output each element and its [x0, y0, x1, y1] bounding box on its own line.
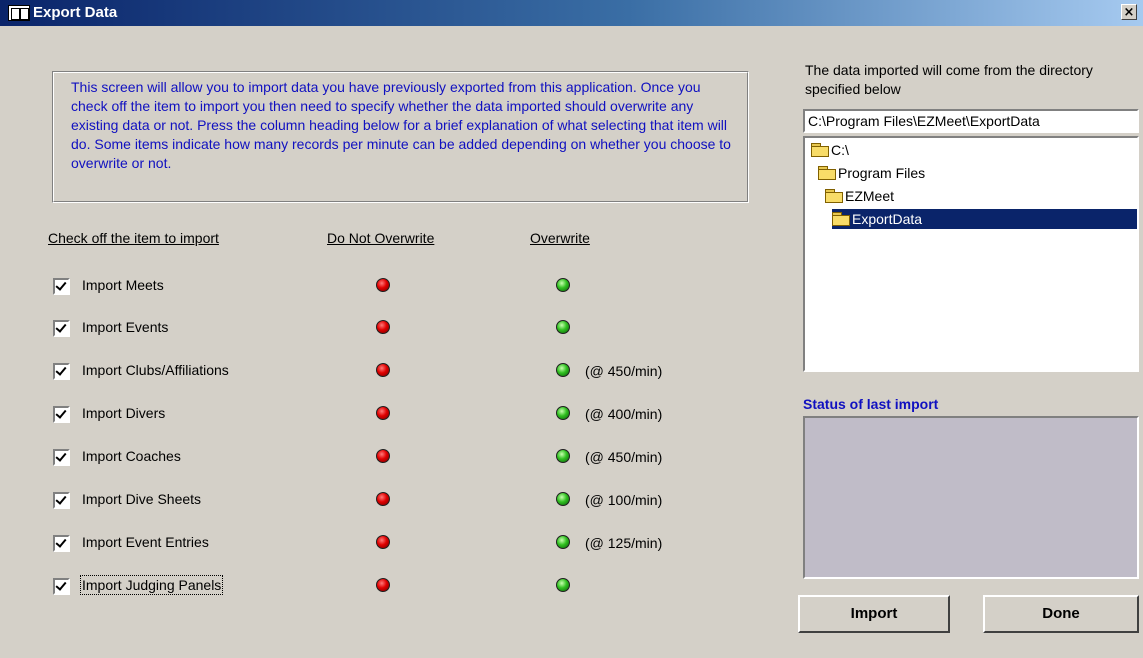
info-box: This screen will allow you to import dat… [52, 71, 749, 203]
tree-node-selected[interactable]: ExportData [832, 209, 1137, 229]
import-checkbox[interactable] [53, 449, 70, 466]
green-dot-icon[interactable] [556, 492, 570, 506]
column-heading-item[interactable]: Check off the item to import [48, 230, 219, 246]
directory-path-field[interactable]: C:\Program Files\EZMeet\ExportData [803, 109, 1139, 133]
import-item-label[interactable]: Import Meets [82, 277, 164, 293]
red-dot-icon[interactable] [376, 449, 390, 463]
import-checkbox[interactable] [53, 578, 70, 595]
column-heading-do-not-overwrite[interactable]: Do Not Overwrite [327, 230, 434, 246]
tree-node[interactable]: Program Files [818, 163, 925, 183]
green-dot-icon[interactable] [556, 449, 570, 463]
import-item-label[interactable]: Import Events [82, 319, 168, 335]
red-dot-icon[interactable] [376, 363, 390, 377]
import-item-label[interactable]: Import Event Entries [82, 534, 209, 550]
import-item-label[interactable]: Import Divers [82, 405, 165, 421]
status-label: Status of last import [803, 396, 939, 412]
title-bar: Export Data × [0, 0, 1143, 26]
red-dot-icon[interactable] [376, 406, 390, 420]
green-dot-icon[interactable] [556, 535, 570, 549]
status-box [803, 416, 1139, 579]
import-rate: (@ 400/min) [585, 406, 663, 422]
import-rate: (@ 450/min) [585, 363, 663, 379]
import-button[interactable]: Import [798, 595, 950, 633]
import-checkbox[interactable] [53, 363, 70, 380]
column-heading-overwrite[interactable]: Overwrite [530, 230, 590, 246]
tree-node-label: ExportData [852, 211, 923, 227]
red-dot-icon[interactable] [376, 492, 390, 506]
import-checkbox[interactable] [53, 535, 70, 552]
close-button[interactable]: × [1121, 4, 1137, 20]
import-item-label[interactable]: Import Judging Panels [79, 575, 224, 595]
folder-icon [832, 212, 850, 226]
app-icon [8, 5, 30, 21]
import-checkbox[interactable] [53, 320, 70, 337]
green-dot-icon[interactable] [556, 278, 570, 292]
green-dot-icon[interactable] [556, 406, 570, 420]
green-dot-icon[interactable] [556, 363, 570, 377]
tree-node[interactable]: C:\ [811, 140, 849, 160]
red-dot-icon[interactable] [376, 578, 390, 592]
import-rate: (@ 450/min) [585, 449, 663, 465]
folder-icon [825, 189, 843, 203]
directory-tree[interactable]: C:\ Program Files EZMeet ExportData [803, 136, 1139, 372]
window-title: Export Data [33, 4, 118, 21]
red-dot-icon[interactable] [376, 278, 390, 292]
import-checkbox[interactable] [53, 492, 70, 509]
import-item-label[interactable]: Import Dive Sheets [82, 491, 201, 507]
red-dot-icon[interactable] [376, 320, 390, 334]
import-rate: (@ 100/min) [585, 492, 663, 508]
folder-icon [818, 166, 836, 180]
done-button[interactable]: Done [983, 595, 1139, 633]
green-dot-icon[interactable] [556, 578, 570, 592]
folder-icon [811, 143, 829, 157]
tree-node[interactable]: EZMeet [825, 186, 894, 206]
import-item-label[interactable]: Import Clubs/Affiliations [82, 362, 229, 378]
tree-node-label: Program Files [838, 165, 926, 181]
import-checkbox[interactable] [53, 278, 70, 295]
tree-node-label: C:\ [831, 142, 849, 158]
green-dot-icon[interactable] [556, 320, 570, 334]
info-text: This screen will allow you to import dat… [71, 79, 731, 171]
import-checkbox[interactable] [53, 406, 70, 423]
import-item-label[interactable]: Import Coaches [82, 448, 181, 464]
directory-label: The data imported will come from the dir… [805, 62, 1093, 97]
tree-node-label: EZMeet [845, 188, 895, 204]
import-rate: (@ 125/min) [585, 535, 663, 551]
red-dot-icon[interactable] [376, 535, 390, 549]
